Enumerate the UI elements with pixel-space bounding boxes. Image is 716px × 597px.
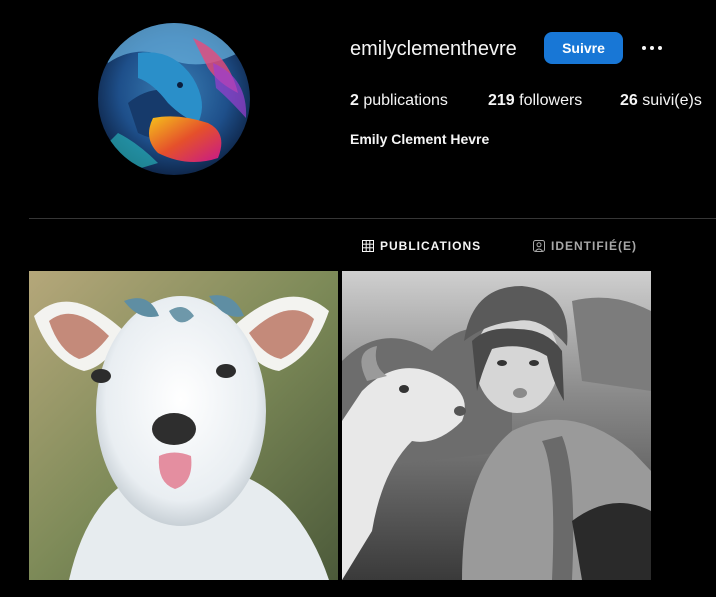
woman-with-goat-photo xyxy=(342,271,651,580)
tab-publications-label: PUBLICATIONS xyxy=(380,239,482,253)
profile-avatar[interactable] xyxy=(98,23,250,175)
followers-count-value: 219 xyxy=(488,92,515,109)
more-dots-icon xyxy=(642,46,646,50)
post-thumbnail[interactable] xyxy=(29,271,338,580)
profile-page: emilyclementhevre Suivre 2 publications … xyxy=(0,0,716,597)
tab-publications[interactable]: PUBLICATIONS xyxy=(362,239,481,253)
tab-tagged-label: IDENTIFIÉ(E) xyxy=(551,239,637,253)
following-count[interactable]: 26 suivi(e)s xyxy=(620,92,702,110)
following-count-value: 26 xyxy=(620,92,638,109)
tagged-user-icon xyxy=(533,240,545,252)
posts-count-value: 2 xyxy=(350,92,359,109)
username: emilyclementhevre xyxy=(350,38,517,60)
followers-count[interactable]: 219 followers xyxy=(488,92,583,110)
more-options-button[interactable] xyxy=(638,36,666,60)
posts-count-label: publications xyxy=(363,92,448,109)
horse-painting-avatar xyxy=(98,23,250,175)
profile-stats: 2 publications 219 followers 26 suivi(e)… xyxy=(350,92,716,110)
posts-count: 2 publications xyxy=(350,92,448,110)
profile-divider xyxy=(29,218,716,219)
post-thumbnail[interactable] xyxy=(342,271,651,580)
following-count-label: suivi(e)s xyxy=(642,92,702,109)
grid-icon xyxy=(362,240,374,252)
goat-photo xyxy=(29,271,338,580)
full-name: Emily Clement Hevre xyxy=(350,131,490,147)
more-dot xyxy=(658,46,662,50)
more-dot xyxy=(650,46,654,50)
followers-count-label: followers xyxy=(519,92,583,109)
follow-button[interactable]: Suivre xyxy=(544,32,623,64)
tab-tagged[interactable]: IDENTIFIÉ(E) xyxy=(533,239,637,253)
